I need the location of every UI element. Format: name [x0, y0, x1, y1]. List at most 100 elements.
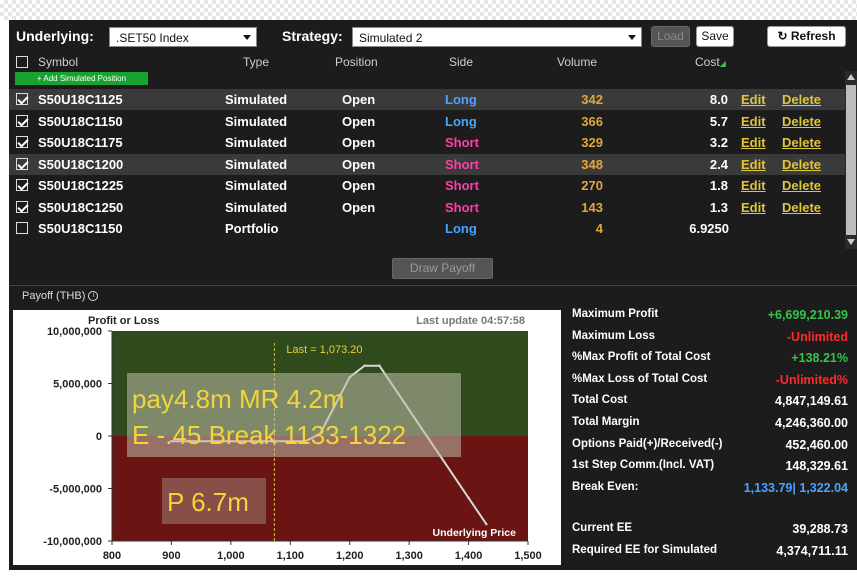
scroll-down-icon[interactable]	[847, 239, 855, 245]
col-side[interactable]: Side	[449, 55, 473, 69]
row-checkbox[interactable]	[16, 157, 28, 170]
delete-link[interactable]: Delete	[782, 135, 821, 150]
position-cell: Open	[342, 135, 376, 150]
draw-payoff-button[interactable]: Draw Payoff	[392, 258, 493, 279]
refresh-button[interactable]: ↻ Refresh	[767, 26, 846, 47]
edit-link[interactable]: Edit	[741, 135, 766, 150]
symbol-cell: S50U18C1150	[38, 113, 123, 129]
row-checkbox[interactable]	[16, 114, 28, 127]
volume-cell: 342	[581, 92, 603, 107]
stat-value: +6,699,210.39	[767, 308, 848, 322]
col-type[interactable]: Type	[243, 55, 269, 69]
table-scrollbar[interactable]	[845, 71, 857, 249]
type-cell: Simulated	[225, 156, 288, 172]
col-volume[interactable]: Volume	[557, 55, 597, 69]
position-cell: Open	[342, 178, 376, 193]
stat-label: Options Paid(+)/Received(-)	[572, 437, 723, 450]
y-tick-label: -5,000,000	[49, 484, 102, 496]
cost-cell: 3.2	[709, 135, 728, 150]
strategy-select[interactable]: Simulated 2	[352, 27, 642, 47]
x-tick-label: 1,100	[277, 550, 305, 562]
x-tick-label: 1,000	[217, 550, 245, 562]
type-cell: Simulated	[225, 92, 288, 107]
stat-label: Maximum Profit	[572, 308, 659, 320]
side-cell: Short	[445, 156, 479, 172]
table-row[interactable]: S50U18C1200 Simulated Open Short 348 2.4 Edit D…	[9, 153, 845, 175]
edit-link[interactable]: Edit	[741, 157, 766, 172]
table-row[interactable]: S50U18C1250 Simulated Open Short 143 1.3 Edit D…	[9, 197, 845, 218]
stat-row: Total Cost 4,847,149.61	[570, 392, 853, 412]
position-cell: Open	[342, 92, 376, 107]
annotation-2: E -.45 Break 1133-1322	[132, 420, 406, 450]
cost-cell: 8.0	[709, 92, 728, 107]
underlying-select[interactable]: .SET50 Index	[109, 27, 257, 47]
edit-link[interactable]: Edit	[741, 178, 766, 193]
col-symbol[interactable]: Symbol	[38, 55, 78, 69]
volume-cell: 366	[581, 113, 603, 129]
col-position[interactable]: Position	[335, 55, 378, 69]
payoff-point	[467, 496, 470, 500]
table-row[interactable]: S50U18C1125 Simulated Open Long 342 8.0 Edit De…	[9, 89, 845, 110]
stat-label: Current EE	[572, 522, 633, 534]
delete-link[interactable]: Delete	[782, 178, 821, 193]
table-row[interactable]: S50U18C1175 Simulated Open Short 329 3.2 Edit D…	[9, 132, 845, 153]
delete-link[interactable]: Delete	[782, 114, 821, 129]
volume-cell: 4	[595, 221, 603, 236]
stat-label: %Max Profit of Total Cost	[572, 351, 711, 364]
payoff-title-text: Payoff (THB)	[22, 290, 86, 302]
table-row-partial[interactable]	[9, 240, 845, 251]
save-button[interactable]: Save	[696, 26, 734, 47]
edit-link[interactable]: Edit	[741, 200, 766, 215]
stat-row: 1st Step Comm.(Incl. VAT) 148,329.61	[570, 457, 853, 477]
stat-value: +138.21%	[791, 351, 848, 366]
stat-label: Total Margin	[572, 416, 640, 428]
symbol-cell: S50U18C1175	[38, 135, 123, 150]
table-row[interactable]: S50U18C1225 Simulated Open Short 270 1.8 Edit D…	[9, 175, 845, 196]
edit-link[interactable]: Edit	[741, 114, 766, 129]
stat-value: -Unlimited	[786, 329, 848, 344]
row-checkbox[interactable]	[16, 93, 28, 105]
select-all-checkbox[interactable]	[16, 56, 28, 68]
load-button[interactable]: Load	[651, 26, 690, 47]
stat-value: 4,374,711.11	[776, 544, 848, 558]
stat-row: %Max Profit of Total Cost +138.21%	[570, 349, 853, 369]
stat-row: Total Margin 4,246,360.00	[570, 414, 853, 434]
stat-row: Maximum Loss -Unlimited	[570, 328, 853, 348]
scrollbar-thumb[interactable]	[846, 85, 856, 235]
scroll-up-icon[interactable]	[847, 74, 855, 80]
positions-table-body: S50U18C1125 Simulated Open Long 342 8.0 Edit De…	[9, 89, 845, 250]
position-cell: Open	[342, 113, 376, 129]
sort-icon: ◢	[719, 59, 726, 68]
cost-cell: 2.4	[709, 156, 728, 172]
col-cost[interactable]: Cost◢	[695, 55, 726, 69]
row-checkbox[interactable]	[16, 222, 28, 234]
row-checkbox[interactable]	[16, 179, 28, 191]
x-tick-label: 1,400	[455, 550, 483, 562]
refresh-icon: ↻	[777, 29, 788, 43]
stat-label: Break Even:	[572, 480, 639, 493]
stat-label: Maximum Loss	[572, 329, 656, 342]
edit-link[interactable]: Edit	[741, 92, 766, 107]
last-price-label: Last = 1,073.20	[286, 344, 362, 356]
row-checkbox[interactable]	[16, 136, 28, 148]
stat-label: Required EE for Simulated	[572, 544, 718, 556]
delete-link[interactable]: Delete	[782, 200, 821, 215]
x-tick-label: 1,500	[514, 550, 542, 562]
row-checkbox[interactable]	[16, 200, 28, 213]
symbol-cell: S50U18C1125	[38, 92, 123, 107]
cost-cell: 1.8	[709, 178, 728, 193]
underlying-label: Underlying:	[16, 28, 94, 44]
table-row[interactable]: S50U18C1150 Portfolio Long 4 6.9250	[9, 218, 845, 239]
position-cell: Open	[342, 199, 376, 215]
add-simulated-position-button[interactable]: + Add Simulated Position	[15, 72, 148, 85]
underlying-value: .SET50 Index	[116, 31, 189, 45]
stat-value: 1,133.79| 1,322.04	[743, 480, 848, 495]
delete-link[interactable]: Delete	[782, 157, 821, 172]
symbol-cell: S50U18C1225	[38, 178, 124, 193]
info-icon[interactable]: i	[88, 291, 99, 302]
table-row[interactable]: S50U18C1150 Simulated Open Long 366 5.7 Edit De…	[9, 111, 845, 132]
delete-link[interactable]: Delete	[782, 92, 821, 107]
stat-label: Total Cost	[572, 394, 628, 407]
type-cell: Portfolio	[225, 221, 279, 236]
section-divider	[9, 285, 857, 286]
